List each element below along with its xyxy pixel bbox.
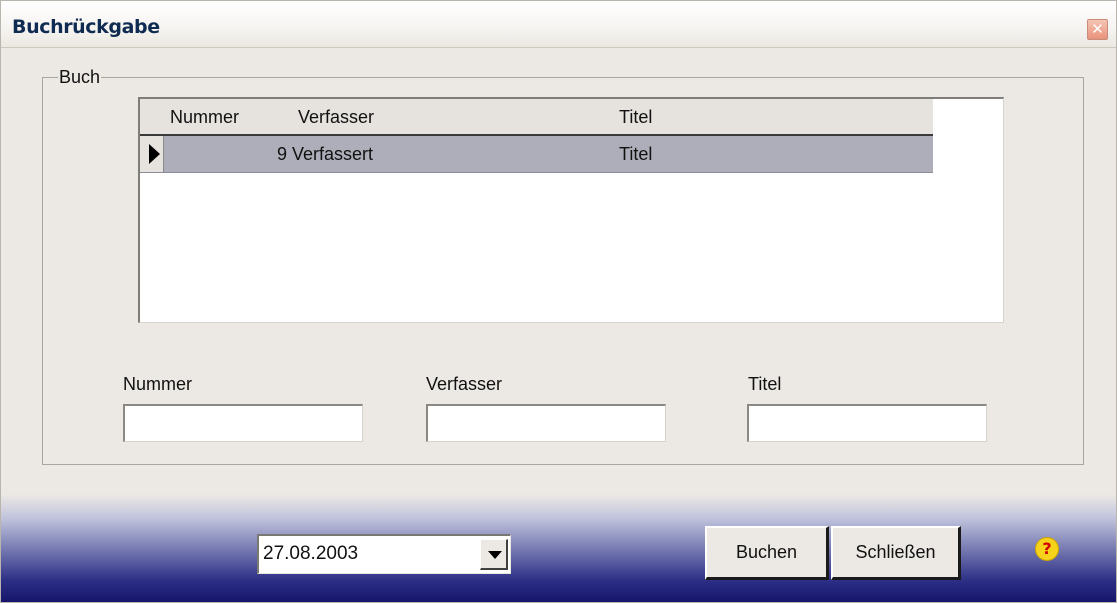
row-pointer-icon (149, 144, 160, 164)
date-value: 27.08.2003 (263, 543, 359, 564)
date-dropdown-button[interactable] (480, 539, 508, 570)
column-header-nummer[interactable]: Nummer (170, 99, 239, 135)
row-indicator (140, 136, 164, 172)
footer-bar: 27.08.2003 Buchen Schließen ? (1, 494, 1116, 602)
dialog-window: Buchrückgabe ✕ Buch Nummer Verfasser Tit… (0, 0, 1117, 603)
help-button[interactable]: ? (1035, 537, 1059, 561)
titel-label: Titel (748, 374, 782, 394)
verfasser-label: Verfasser (426, 374, 503, 394)
cell-nummer[interactable]: 9 (170, 136, 287, 172)
verfasser-input[interactable] (426, 404, 666, 442)
table-row[interactable]: 9 Verfassert Titel (140, 136, 933, 173)
buchen-button[interactable]: Buchen (705, 526, 829, 580)
chevron-down-icon (488, 551, 502, 559)
title-bar[interactable]: Buchrückgabe ✕ (1, 1, 1116, 48)
nummer-input[interactable] (123, 404, 363, 442)
close-button[interactable]: ✕ (1087, 19, 1108, 40)
close-icon: ✕ (1091, 20, 1104, 38)
cell-titel[interactable]: Titel (619, 136, 652, 172)
book-grid[interactable]: Nummer Verfasser Titel 9 Verfassert Tite… (138, 97, 1004, 323)
grid-header: Nummer Verfasser Titel (140, 99, 933, 136)
cell-verfasser[interactable]: Verfassert (292, 136, 373, 172)
group-label: Buch (58, 67, 102, 88)
titel-input[interactable] (747, 404, 987, 442)
date-picker[interactable]: 27.08.2003 (257, 534, 511, 574)
column-header-titel[interactable]: Titel (619, 99, 652, 135)
column-header-verfasser[interactable]: Verfasser (298, 99, 374, 135)
window-title: Buchrückgabe (12, 16, 160, 38)
schliessen-button[interactable]: Schließen (831, 526, 961, 580)
nummer-label: Nummer (123, 374, 193, 394)
help-icon: ? (1042, 539, 1052, 558)
